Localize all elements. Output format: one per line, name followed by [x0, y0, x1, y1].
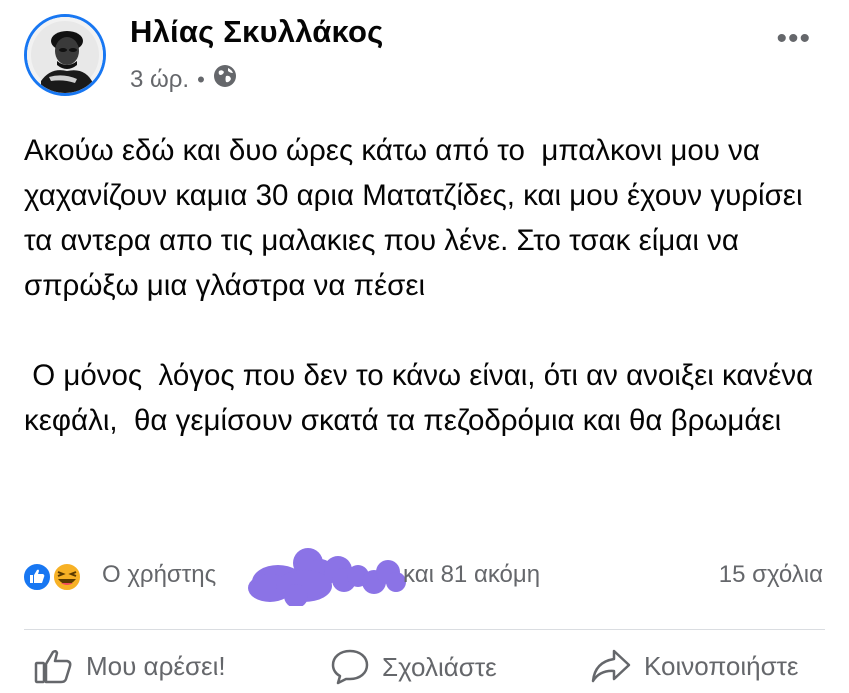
author-name[interactable]: Ηλίας Σκυλλάκος — [130, 14, 383, 50]
reactions-prefix[interactable]: Ο χρήστης — [102, 561, 216, 589]
thumbs-up-icon — [34, 649, 72, 684]
more-options-icon[interactable]: ••• — [776, 22, 811, 56]
share-icon — [591, 649, 631, 683]
post-paragraph: Ο μόνος λόγος που δεν το κάνω είναι, ότι… — [24, 359, 822, 437]
avatar[interactable] — [24, 14, 106, 96]
profile-photo — [27, 17, 103, 93]
action-bar: Μου αρέσει! Σχολιάστε Κοινοποιήστε — [0, 640, 849, 693]
post-header: Ηλίας Σκυλλάκος 3 ώρ. • ••• — [0, 0, 849, 110]
comments-count[interactable]: 15 σχόλια — [719, 561, 823, 589]
post-paragraph: Ακούω εδώ και δυο ώρες κάτω από το μπαλκ… — [24, 134, 811, 302]
comment-icon — [331, 649, 369, 685]
reactions-bar: Ο χρήστης και 81 ακόμη 15 σχόλια — [0, 548, 849, 606]
share-label: Κοινοποιήστε — [644, 650, 799, 681]
reaction-icons[interactable] — [22, 562, 88, 592]
like-reaction-icon — [22, 562, 52, 592]
post-body: Ακούω εδώ και δυο ώρες κάτω από το μπαλκ… — [24, 128, 824, 443]
post-time[interactable]: 3 ώρ. — [130, 66, 189, 94]
post-meta: 3 ώρ. • — [130, 64, 237, 95]
share-button[interactable]: Κοινοποιήστε — [590, 648, 799, 684]
globe-icon — [213, 64, 237, 95]
haha-reaction-icon — [52, 562, 82, 592]
comment-label: Σχολιάστε — [382, 651, 497, 682]
divider — [24, 629, 825, 630]
meta-separator: • — [197, 66, 205, 92]
reactions-suffix[interactable]: και 81 ακόμη — [403, 561, 540, 589]
redacted-names — [248, 548, 406, 606]
comment-button[interactable]: Σχολιάστε — [330, 648, 497, 686]
like-label: Μου αρέσει! — [86, 650, 226, 681]
like-button[interactable]: Μου αρέσει! — [34, 648, 226, 684]
